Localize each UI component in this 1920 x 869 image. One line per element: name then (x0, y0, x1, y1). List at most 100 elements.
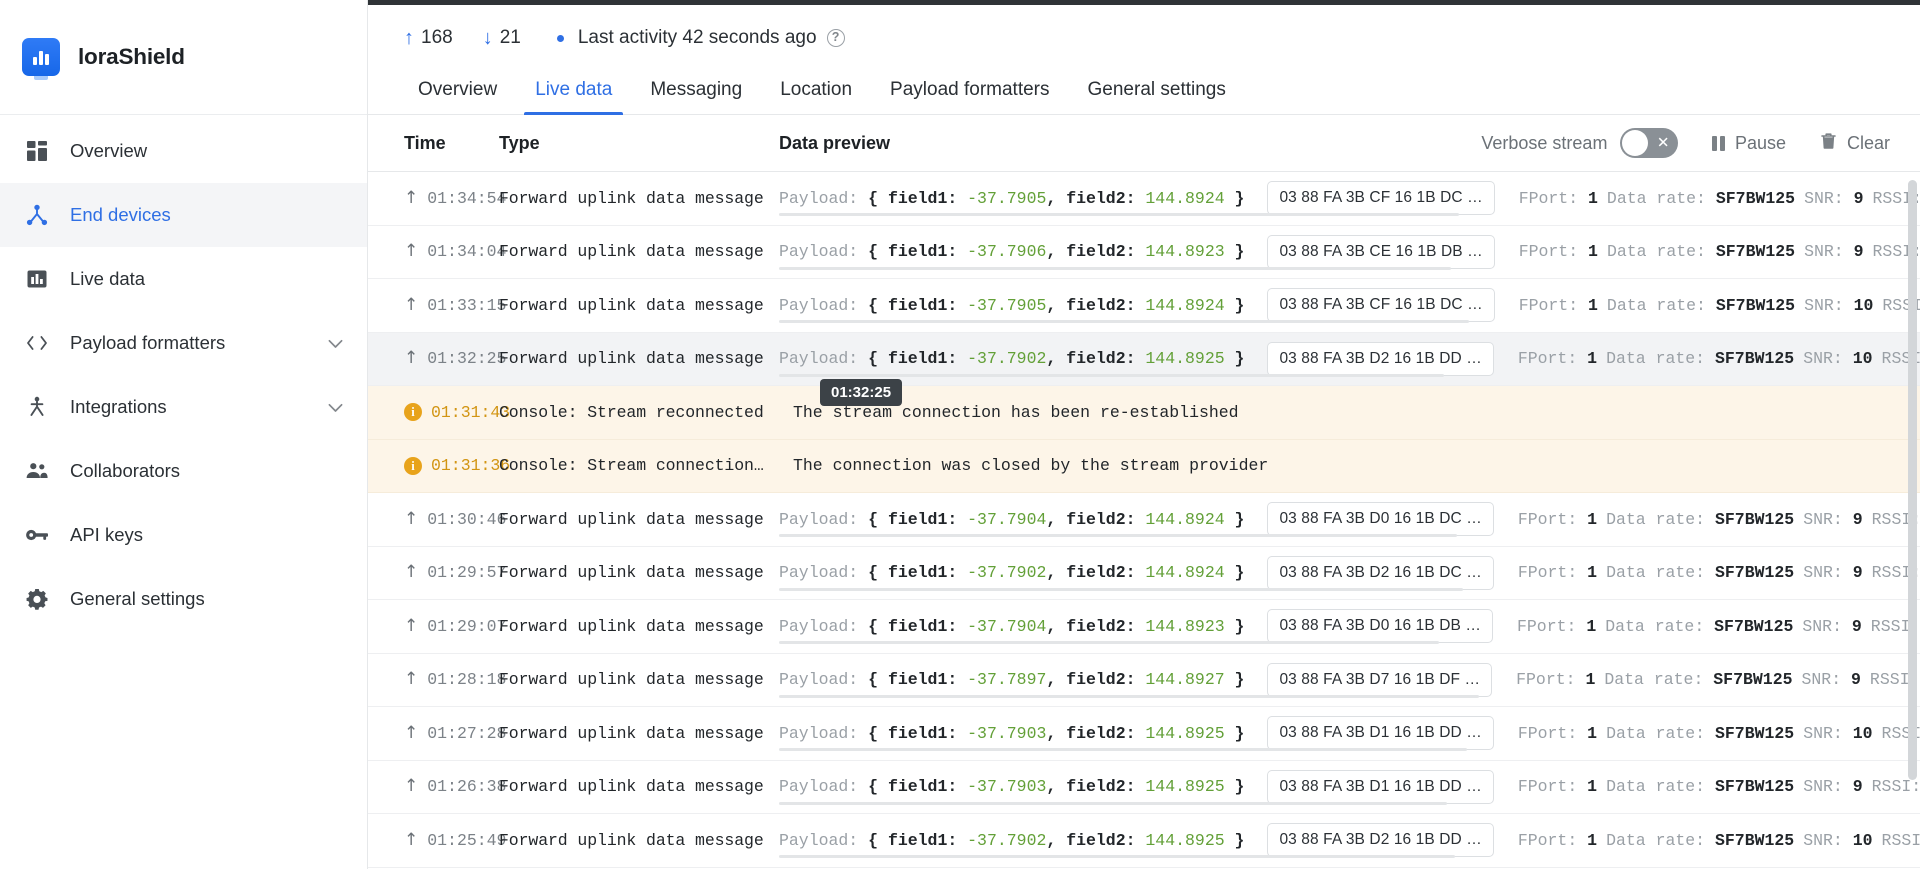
table-row[interactable]: i 01:31:36 Console: Stream connection… The … (368, 439, 1920, 493)
tab-live-data[interactable]: Live data (516, 79, 631, 115)
table-row[interactable]: i 01:31:43 Console: Stream reconnected The … (368, 386, 1920, 440)
vertical-scrollbar[interactable] (1908, 180, 1917, 780)
pause-button[interactable]: Pause (1712, 133, 1786, 154)
row-data-preview: Payload: { field1: -37.7906, field2: 144… (779, 234, 1920, 270)
row-type: Console: Stream reconnected (499, 402, 764, 422)
table-row[interactable]: ↑ 01:28:18 Forward uplink data message Payl… (368, 654, 1920, 707)
table-row[interactable]: ↑ 01:34:04 Forward uplink data message Payl… (368, 226, 1920, 279)
device-status-row: ↑ 168 ↓ 21 Last activity 42 seconds ago … (368, 0, 1920, 62)
hex-payload[interactable]: 03 88 FA 3B D0 16 1B DC … (1267, 502, 1494, 537)
hex-payload[interactable]: 03 88 FA 3B CE 16 1B DB … (1267, 234, 1495, 269)
row-progress-bar (779, 801, 1447, 805)
row-type: Forward uplink data message (499, 670, 764, 690)
clear-button[interactable]: Clear (1820, 131, 1890, 155)
sidebar-item-integrations[interactable]: Integrations (0, 375, 367, 439)
data-rate-value: SF7BW125 (1713, 670, 1793, 690)
main-panel: ↑ 168 ↓ 21 Last activity 42 seconds ago … (368, 0, 1920, 869)
snr-label: SNR: (1804, 242, 1844, 262)
hex-payload[interactable]: 03 88 FA 3B D1 16 1B DD … (1267, 769, 1494, 804)
verbose-stream-toggle[interactable]: ✕ (1620, 128, 1679, 158)
table-row[interactable]: ↑ 01:26:38 Forward uplink data message Payl… (368, 761, 1920, 814)
hex-payload[interactable]: 03 88 FA 3B D2 16 1B DC … (1267, 555, 1494, 590)
row-progress-bar (779, 855, 1455, 859)
tab-messaging[interactable]: Messaging (631, 79, 761, 114)
row-time: ↑ 01:34:04 (404, 242, 506, 261)
snr-value: 9 (1852, 509, 1863, 529)
sidebar-item-overview[interactable]: Overview (0, 119, 367, 183)
row-type: Forward uplink data message (499, 777, 764, 797)
data-rate-label: Data rate: (1606, 830, 1706, 850)
hex-payload[interactable]: 03 88 FA 3B D0 16 1B DB … (1267, 609, 1493, 644)
row-data-preview: Payload: { field1: -37.7902, field2: 144… (779, 823, 1920, 859)
row-type: Forward uplink data message (499, 188, 764, 208)
payload-preview: Payload: { field1: -37.7906, field2: 144… (779, 242, 1245, 262)
field2-value: 144.8924 (1145, 188, 1225, 208)
table-row[interactable]: ↑ 01:25:49 Forward uplink data message Payl… (368, 814, 1920, 868)
sidebar-item-payload-formatters[interactable]: Payload formatters (0, 311, 367, 375)
live-data-table: ↑ 01:34:54 Forward uplink data message Payl… (368, 172, 1920, 869)
payload-preview: Payload: { field1: -37.7902, field2: 144… (779, 349, 1245, 369)
table-row[interactable]: ↑ 01:29:07 Forward uplink data message Payl… (368, 600, 1920, 654)
info-icon: i (404, 403, 422, 422)
payload-preview: Payload: { field1: -37.7905, field2: 144… (779, 295, 1245, 315)
row-time-value: 01:28:18 (427, 670, 507, 690)
up-arrow-icon: ↑ (404, 669, 419, 690)
snr-value: 9 (1852, 777, 1863, 797)
row-time: i 01:31:43 (404, 403, 510, 422)
field2-value: 144.8927 (1145, 670, 1225, 690)
up-arrow-icon: ↑ (404, 776, 419, 797)
fport-label: FPort: (1517, 777, 1578, 797)
row-metadata: FPort: 1 Data rate: SF7BW125 SNR: 9 RSSI: (1517, 617, 1920, 636)
hex-payload[interactable]: 03 88 FA 3B D1 16 1B DD … (1267, 716, 1494, 751)
sidebar-item-api-keys[interactable]: API keys (0, 503, 367, 567)
clear-label: Clear (1846, 132, 1890, 153)
sidebar-item-collaborators[interactable]: Collaborators (0, 439, 367, 503)
gear-icon (24, 586, 50, 612)
table-row[interactable]: ↑ 01:30:46 Forward uplink data message Payl… (368, 493, 1920, 547)
key-icon (24, 522, 50, 548)
sidebar-item-label: End devices (70, 204, 171, 225)
chevron-down-icon[interactable] (328, 332, 343, 354)
hex-payload[interactable]: 03 88 FA 3B D7 16 1B DF … (1267, 662, 1493, 697)
table-row[interactable]: ↑ 01:29:57 Forward uplink data message Payl… (368, 547, 1920, 600)
table-row[interactable]: ↑ 01:34:54 Forward uplink data message Payl… (368, 172, 1920, 226)
row-metadata: FPort: 1Data rate: SF7BW125SNR: 10RSSI: (1519, 296, 1920, 315)
hex-payload[interactable]: 03 88 FA 3B CF 16 1B DC … (1267, 288, 1495, 323)
row-time: ↑ 01:29:57 (404, 563, 506, 582)
row-time: ↑ 01:26:38 (404, 776, 506, 797)
table-row[interactable]: ↑ 01:32:25 Forward uplink data message Payl… (368, 332, 1920, 386)
hex-payload[interactable]: 03 88 FA 3B D2 16 1B DD … (1267, 823, 1494, 858)
trash-icon (1820, 131, 1837, 155)
snr-value: 9 (1851, 616, 1862, 636)
snr-label: SNR: (1804, 295, 1844, 315)
last-activity: Last activity 42 seconds ago ? (578, 27, 845, 49)
snr-value: 9 (1852, 563, 1863, 583)
chevron-down-icon[interactable] (328, 396, 343, 418)
field1-value: -37.7902 (967, 563, 1047, 583)
row-time: i 01:31:36 (404, 456, 510, 475)
table-row[interactable]: ↑ 01:27:28 Forward uplink data message Payl… (368, 707, 1920, 761)
code-brackets-icon (24, 330, 50, 356)
table-row[interactable]: ↑ 01:33:15 Forward uplink data message Payl… (368, 279, 1920, 333)
tab-location[interactable]: Location (761, 79, 871, 114)
hex-payload[interactable]: 03 88 FA 3B CF 16 1B DC … (1267, 181, 1495, 216)
brand-header[interactable]: loraShield (0, 0, 367, 115)
row-data-preview: Payload: { field1: -37.7902, field2: 144… (779, 341, 1920, 377)
payload-label: Payload: (779, 616, 859, 636)
tab-overview[interactable]: Overview (399, 79, 516, 114)
sidebar-item-live-data[interactable]: Live data (0, 247, 367, 311)
row-progress-bar (779, 641, 1439, 645)
sidebar-item-general-settings[interactable]: General settings (0, 567, 367, 631)
row-time-value: 01:32:25 (427, 349, 507, 369)
tab-payload-formatters[interactable]: Payload formatters (871, 79, 1068, 114)
data-rate-value: SF7BW125 (1715, 188, 1796, 208)
sidebar-item-end-devices[interactable]: End devices (0, 183, 367, 247)
sidebar-item-label: Collaborators (70, 460, 181, 481)
question-mark-icon[interactable]: ? (826, 29, 845, 47)
sidebar-item-label: Live data (70, 268, 146, 289)
row-data-preview: The connection was closed by the stream … (779, 456, 1920, 475)
hex-payload[interactable]: 03 88 FA 3B D2 16 1B DD … (1267, 341, 1494, 376)
payload-label: Payload: (779, 188, 859, 208)
row-metadata: FPort: 1Data rate: SF7BW125SNR: 10RSSI: (1518, 349, 1920, 368)
tab-general-settings[interactable]: General settings (1069, 79, 1245, 114)
